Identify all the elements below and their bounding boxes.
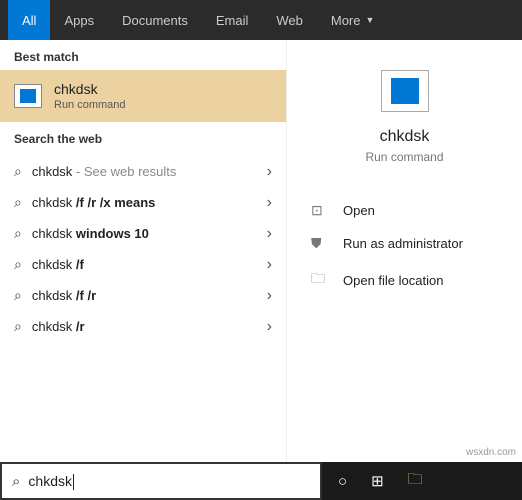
- suggestion-text: chkdsk /f: [32, 257, 267, 272]
- preview-subtitle: Run command: [365, 150, 443, 164]
- shield-icon: ⛊: [311, 235, 331, 252]
- chevron-right-icon: ›: [267, 163, 272, 181]
- search-icon: ⌕: [14, 194, 22, 211]
- action-open-location[interactable]: 🗀 Open file location: [311, 260, 498, 300]
- chevron-right-icon: ›: [267, 194, 272, 212]
- search-icon: ⌕: [12, 473, 20, 490]
- best-match-title: chkdsk: [54, 81, 126, 97]
- watermark: wsxdn.com: [466, 447, 516, 458]
- tab-web[interactable]: Web: [262, 0, 317, 40]
- open-icon: ⊡: [311, 202, 331, 219]
- search-web-label: Search the web: [0, 122, 286, 152]
- search-tabs: All Apps Documents Email Web More▼: [0, 0, 522, 40]
- task-view-icon[interactable]: ⊞: [371, 472, 384, 490]
- chevron-down-icon: ▼: [365, 15, 374, 25]
- suggestion-item[interactable]: ⌕ chkdsk /r›: [0, 311, 286, 342]
- best-match-item[interactable]: chkdsk Run command: [0, 70, 286, 122]
- search-icon: ⌕: [14, 163, 22, 180]
- chevron-right-icon: ›: [267, 318, 272, 336]
- search-icon: ⌕: [14, 287, 22, 304]
- suggestion-item[interactable]: ⌕ chkdsk windows 10›: [0, 218, 286, 249]
- suggestion-item[interactable]: ⌕ chkdsk /f /r›: [0, 280, 286, 311]
- file-explorer-icon[interactable]: 🗀: [408, 469, 423, 494]
- action-open[interactable]: ⊡ Open: [311, 194, 498, 227]
- best-match-label: Best match: [0, 40, 286, 70]
- search-value: chkdsk: [28, 473, 72, 489]
- chevron-right-icon: ›: [267, 256, 272, 274]
- suggestion-text: chkdsk windows 10: [32, 226, 267, 241]
- search-icon: ⌕: [14, 225, 22, 242]
- suggestion-text: chkdsk /f /r: [32, 288, 267, 303]
- preview-panel: chkdsk Run command ⊡ Open ⛊ Run as admin…: [287, 40, 522, 462]
- best-match-subtitle: Run command: [54, 99, 126, 111]
- tab-email[interactable]: Email: [202, 0, 263, 40]
- chevron-right-icon: ›: [267, 287, 272, 305]
- folder-icon: 🗀: [311, 268, 331, 292]
- suggestion-item[interactable]: ⌕ chkdsk /f›: [0, 249, 286, 280]
- tab-all[interactable]: All: [8, 0, 50, 40]
- tab-more[interactable]: More▼: [317, 0, 389, 40]
- action-run-admin[interactable]: ⛊ Run as administrator: [311, 227, 498, 260]
- cortana-icon[interactable]: ○: [338, 473, 347, 490]
- taskbar: ○ ⊞ 🗀: [322, 462, 522, 500]
- suggestion-text: chkdsk /r: [32, 319, 267, 334]
- suggestion-item[interactable]: ⌕ chkdsk /f /r /x means›: [0, 187, 286, 218]
- preview-run-command-icon: [381, 70, 429, 112]
- search-icon: ⌕: [14, 318, 22, 335]
- suggestion-list: ⌕chkdsk - See web results›⌕chkdsk /f /r …: [0, 152, 286, 342]
- tab-documents[interactable]: Documents: [108, 0, 202, 40]
- search-input[interactable]: ⌕ chkdsk: [0, 462, 322, 500]
- suggestion-item[interactable]: ⌕ chkdsk - See web results›: [0, 156, 286, 187]
- run-command-icon: [14, 84, 42, 108]
- suggestion-text: chkdsk /f /r /x means: [32, 195, 267, 210]
- results-panel: Best match chkdsk Run command Search the…: [0, 40, 287, 462]
- tab-apps[interactable]: Apps: [50, 0, 108, 40]
- suggestion-text: chkdsk - See web results: [32, 164, 267, 179]
- search-icon: ⌕: [14, 256, 22, 273]
- preview-title: chkdsk: [380, 128, 430, 146]
- chevron-right-icon: ›: [267, 225, 272, 243]
